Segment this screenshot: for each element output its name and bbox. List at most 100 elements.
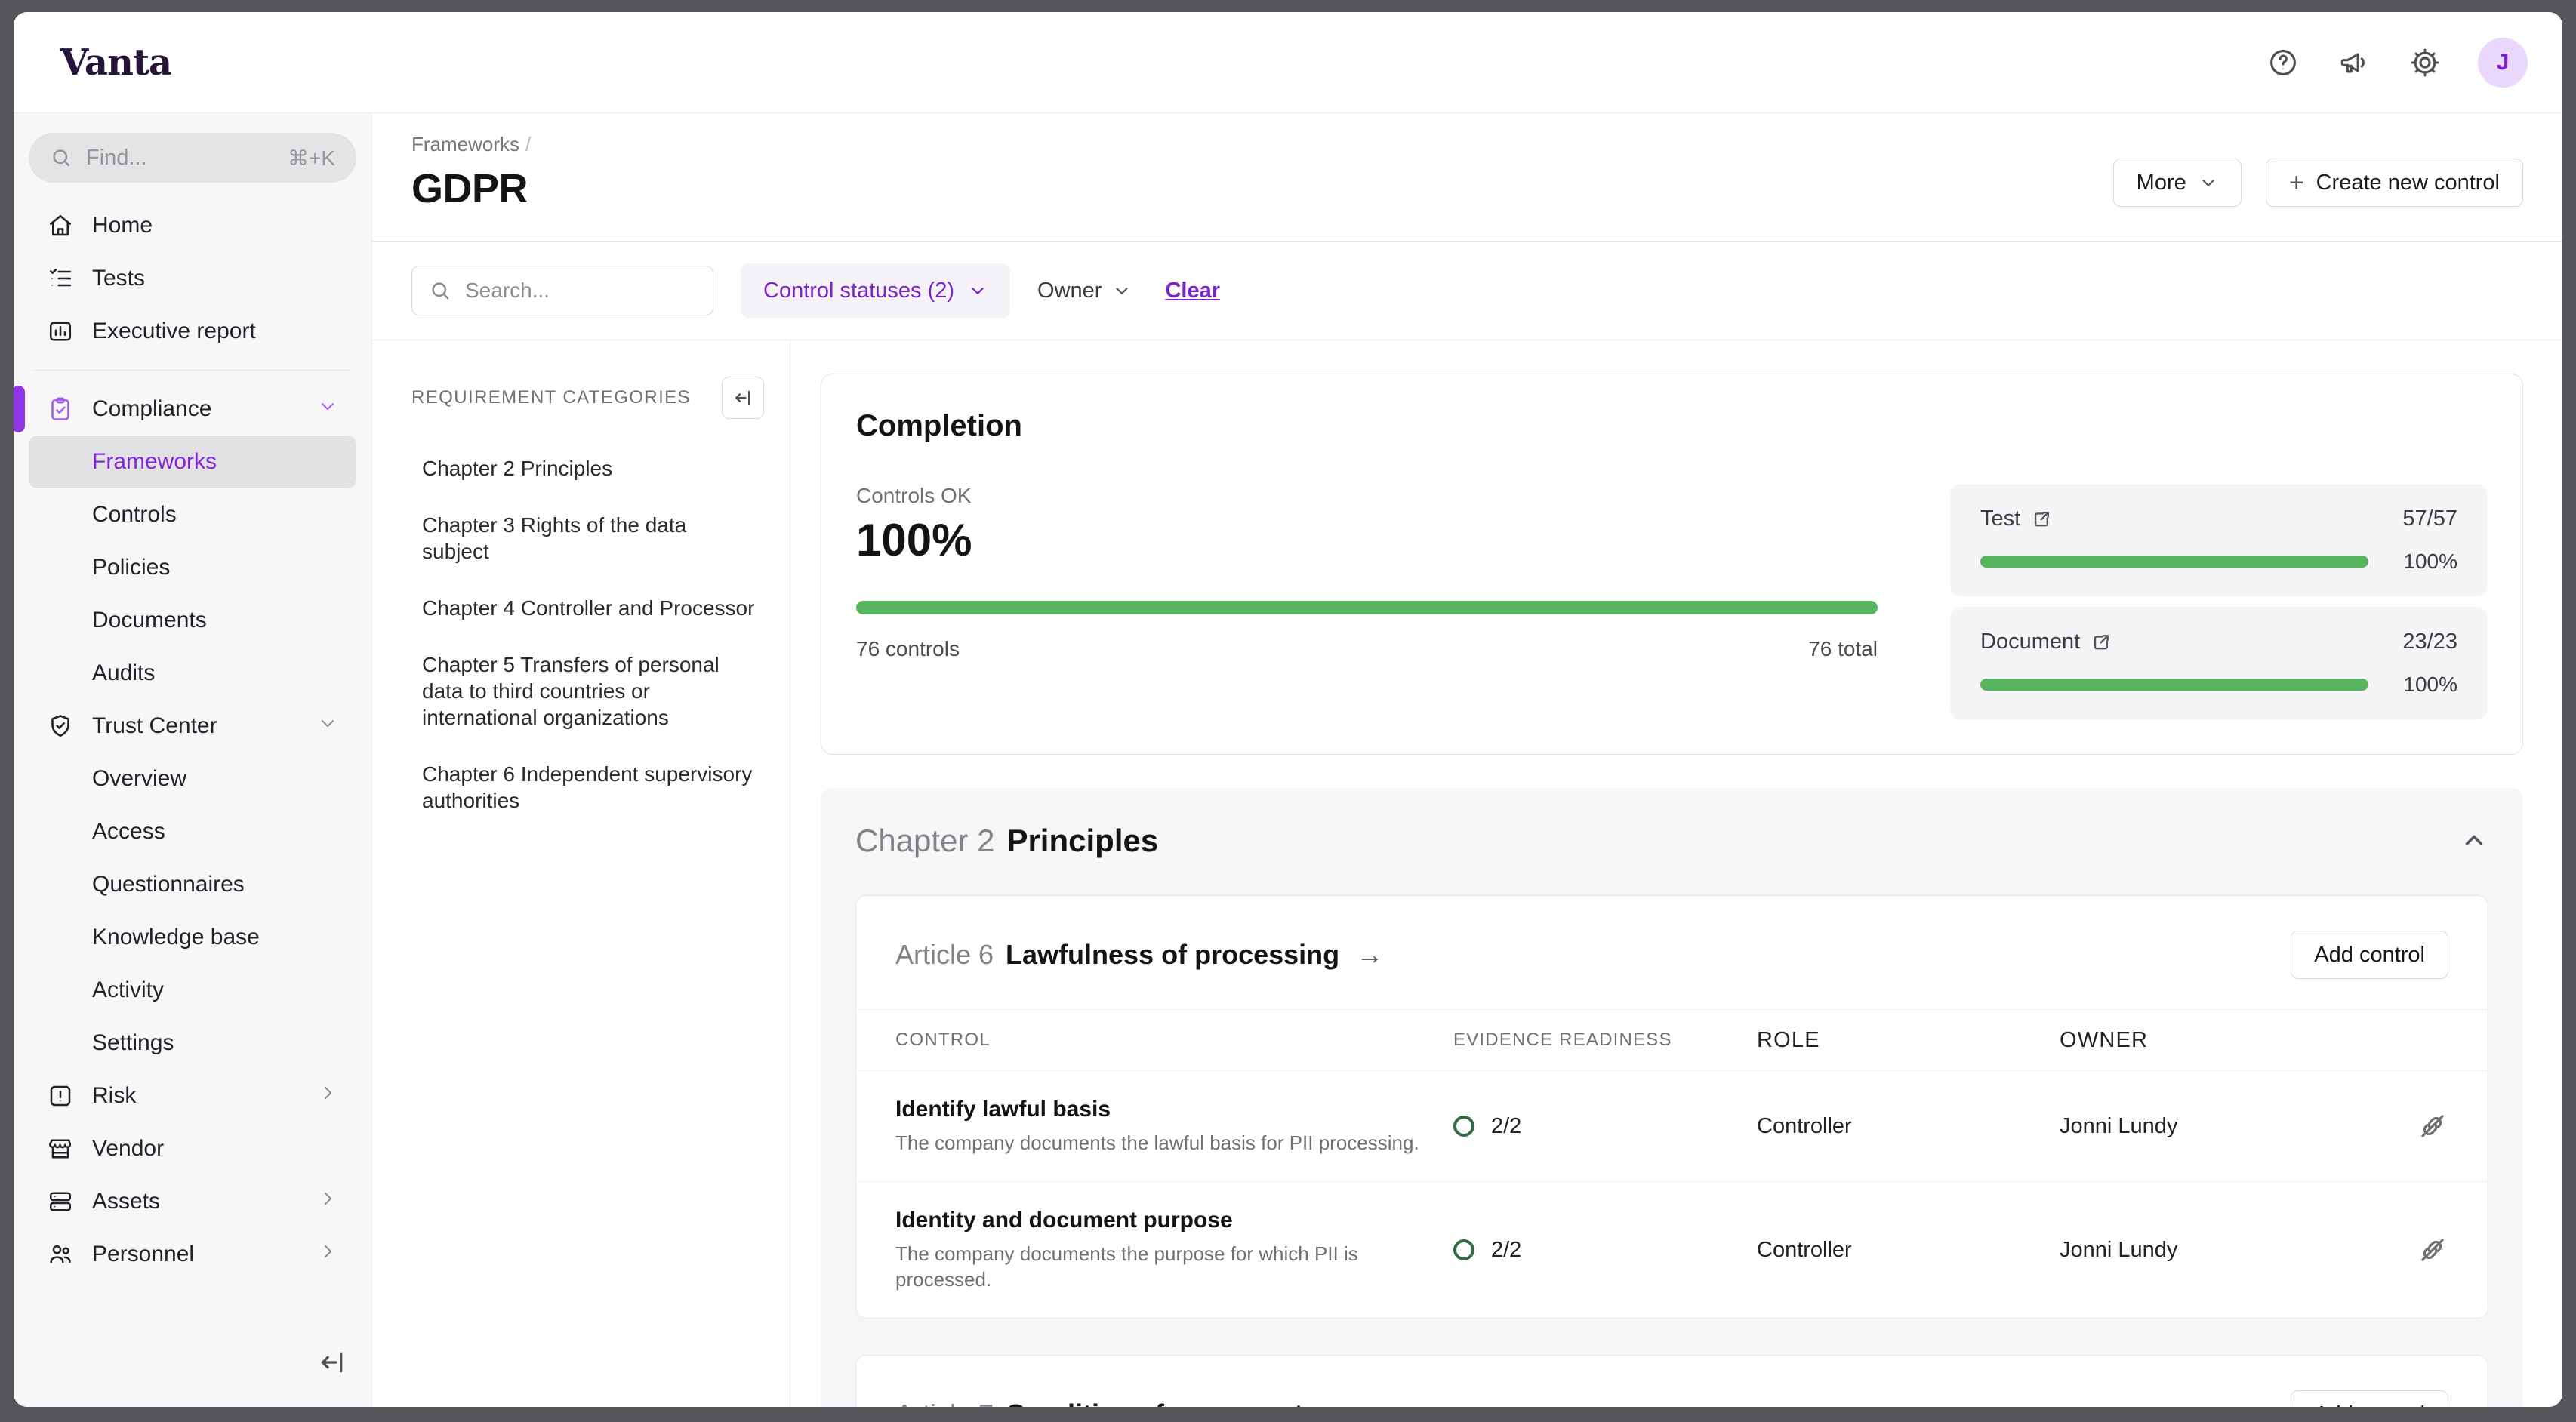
active-section-indicator	[14, 386, 25, 432]
sidebar: ⌘+K Home Tests Executive report	[14, 113, 372, 1407]
sidebar-item-tests[interactable]: Tests	[29, 252, 356, 305]
sidebar-item-audits[interactable]: Audits	[29, 647, 356, 700]
app-body: ⌘+K Home Tests Executive report	[14, 113, 2562, 1407]
arrow-right-icon: →	[1320, 1399, 1347, 1407]
sidebar-item-trust-center[interactable]: Trust Center	[29, 700, 356, 753]
create-new-control-button[interactable]: + Create new control	[2266, 159, 2523, 207]
help-icon[interactable]	[2265, 45, 2301, 81]
control-description: The company documents the lawful basis f…	[895, 1130, 1423, 1156]
chevron-down-icon	[1112, 281, 1132, 300]
find-input[interactable]	[85, 145, 276, 171]
sidebar-item-overview[interactable]: Overview	[29, 753, 356, 805]
completion-card: Completion Controls OK 100% 76 controls …	[821, 374, 2523, 755]
storefront-icon	[47, 1135, 74, 1162]
document-link[interactable]: Document	[1980, 629, 2112, 654]
avatar[interactable]: J	[2478, 38, 2528, 88]
sidebar-item-documents[interactable]: Documents	[29, 594, 356, 647]
category-chapter-6[interactable]: Chapter 6 Independent supervisory author…	[411, 761, 790, 814]
completion-progress-bar	[856, 601, 1878, 614]
owner-filter[interactable]: Owner	[1037, 279, 1132, 303]
article-7-header: Article 7 Conditions for consent → Add c…	[856, 1356, 2488, 1407]
section-collapse-button[interactable]	[2460, 826, 2488, 855]
test-count: 57/57	[2402, 506, 2457, 531]
breadcrumb-frameworks[interactable]: Frameworks	[411, 133, 519, 155]
search-box[interactable]	[411, 266, 713, 315]
category-chapter-3[interactable]: Chapter 3 Rights of the data subject	[411, 512, 790, 565]
sidebar-search[interactable]: ⌘+K	[29, 133, 356, 183]
article-7-title[interactable]: Article 7 Conditions for consent →	[895, 1399, 1347, 1407]
sidebar-item-access[interactable]: Access	[29, 805, 356, 858]
search-input[interactable]	[464, 278, 696, 303]
completion-title: Completion	[856, 409, 2488, 443]
compliance-clipboard-icon	[47, 396, 74, 423]
megaphone-icon[interactable]	[2336, 45, 2372, 81]
control-statuses-filter[interactable]: Control statuses (2)	[741, 263, 1010, 318]
sidebar-item-risk[interactable]: Risk	[29, 1070, 356, 1122]
control-owner: Jonni Lundy	[2060, 1238, 2403, 1263]
sidebar-item-compliance[interactable]: Compliance	[29, 383, 356, 436]
sidebar-item-activity[interactable]: Activity	[29, 964, 356, 1017]
table-row[interactable]: Identify lawful basis The company docume…	[856, 1071, 2488, 1181]
chevron-right-icon	[317, 1082, 338, 1110]
sidebar-item-policies[interactable]: Policies	[29, 541, 356, 594]
document-progress-bar	[1980, 679, 2368, 691]
sidebar-item-settings[interactable]: Settings	[29, 1017, 356, 1070]
chapter-2-section: Chapter 2 Principles Article 6	[821, 788, 2523, 1407]
category-chapter-2[interactable]: Chapter 2 Principles	[411, 455, 790, 482]
clear-filters-link[interactable]: Clear	[1165, 279, 1220, 303]
page-header-left: Frameworks/ GDPR	[411, 133, 531, 212]
controls-ok-label: Controls OK	[856, 484, 1878, 508]
collapse-left-icon	[732, 387, 753, 408]
categories-heading: REQUIREMENT CATEGORIES	[411, 387, 691, 408]
table-row[interactable]: Identity and document purpose The compan…	[856, 1181, 2488, 1318]
sidebar-item-vendor[interactable]: Vendor	[29, 1122, 356, 1175]
top-bar: Vanta J	[14, 12, 2562, 113]
test-percent: 100%	[2368, 549, 2457, 574]
add-control-button[interactable]: Add control	[2291, 931, 2448, 979]
sidebar-item-assets[interactable]: Assets	[29, 1175, 356, 1228]
sidebar-item-personnel[interactable]: Personnel	[29, 1228, 356, 1281]
controls-count: 76 controls	[856, 637, 960, 661]
control-title: Identity and document purpose	[895, 1208, 1423, 1233]
test-link[interactable]: Test	[1980, 506, 2052, 531]
unlink-icon[interactable]	[2417, 1234, 2448, 1266]
document-percent: 100%	[2368, 673, 2457, 697]
shield-check-icon	[47, 713, 74, 740]
unlink-icon[interactable]	[2417, 1110, 2448, 1142]
category-chapter-4[interactable]: Chapter 4 Controller and Processor	[411, 595, 790, 621]
sidebar-item-executive-report[interactable]: Executive report	[29, 305, 356, 358]
evidence-status-ring	[1453, 1116, 1474, 1137]
panel-collapse-button[interactable]	[722, 377, 764, 419]
sidebar-collapse-icon[interactable]	[317, 1347, 347, 1381]
evidence-count: 2/2	[1491, 1238, 1521, 1263]
sidebar-item-home[interactable]: Home	[29, 199, 356, 252]
evidence-status-ring	[1453, 1239, 1474, 1260]
plus-icon: +	[2289, 170, 2304, 195]
main-area: Frameworks/ GDPR More + Create new contr…	[372, 113, 2562, 1407]
sidebar-item-controls[interactable]: Controls	[29, 488, 356, 541]
test-progress-bar	[1980, 556, 2368, 568]
arrow-right-icon: →	[1356, 939, 1383, 971]
search-icon	[50, 146, 72, 169]
sidebar-item-frameworks[interactable]: Frameworks	[29, 436, 356, 488]
external-link-icon	[2091, 632, 2112, 653]
gear-icon[interactable]	[2407, 45, 2443, 81]
chapter-2-title: Chapter 2 Principles	[855, 823, 1158, 859]
shortcut-hint: ⌘+K	[288, 146, 335, 171]
add-control-button[interactable]: Add control	[2291, 1390, 2448, 1407]
chevron-right-icon	[317, 1188, 338, 1215]
more-button[interactable]: More	[2113, 159, 2242, 207]
content-area: REQUIREMENT CATEGORIES Chapter 2 Princip…	[372, 340, 2562, 1407]
breadcrumb: Frameworks/	[411, 133, 531, 156]
controls-table-header: CONTROL EVIDENCE READINESS ROLE OWNER	[856, 1009, 2488, 1071]
completion-percent: 100%	[856, 514, 1878, 566]
sidebar-item-questionnaires[interactable]: Questionnaires	[29, 858, 356, 911]
sidebar-item-knowledge-base[interactable]: Knowledge base	[29, 911, 356, 964]
risk-alert-icon	[47, 1082, 74, 1110]
app-window: Vanta J ⌘+K Home	[14, 12, 2562, 1407]
requirement-categories-panel: REQUIREMENT CATEGORIES Chapter 2 Princip…	[372, 340, 790, 1407]
tests-icon	[47, 265, 74, 292]
article-6-title[interactable]: Article 6 Lawfulness of processing →	[895, 939, 1383, 971]
category-chapter-5[interactable]: Chapter 5 Transfers of personal data to …	[411, 651, 790, 731]
report-icon	[47, 318, 74, 345]
